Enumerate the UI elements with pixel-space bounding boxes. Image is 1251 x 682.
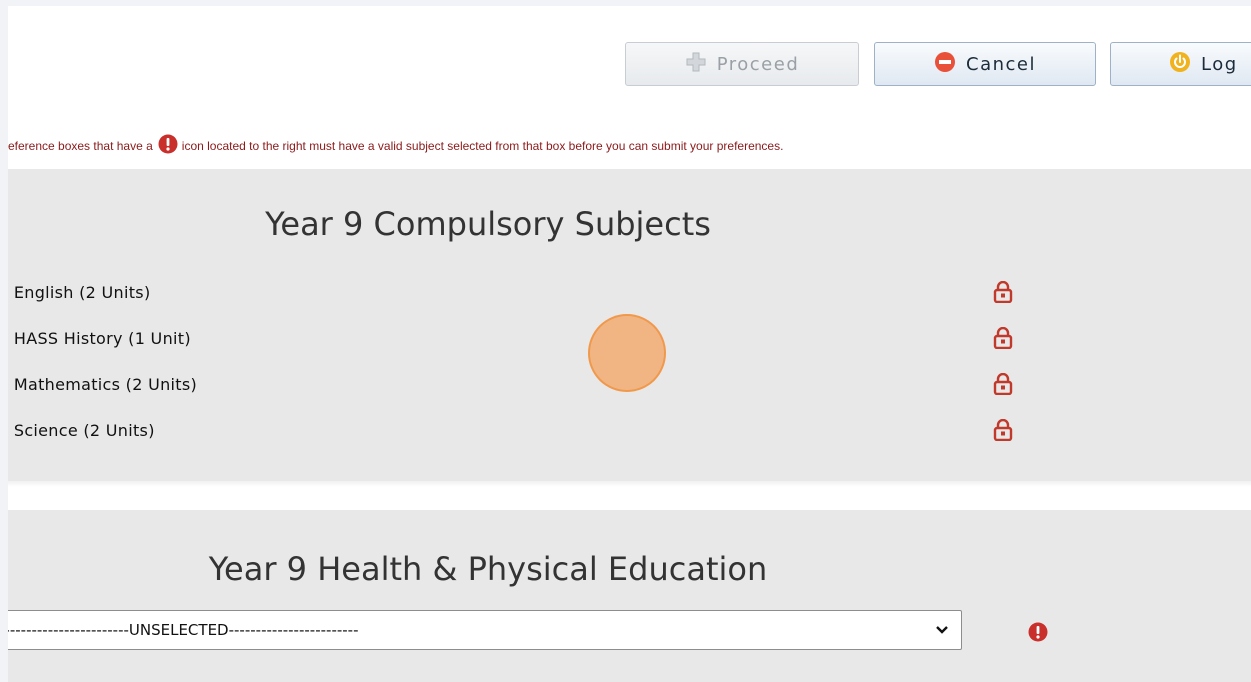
plus-icon — [685, 51, 707, 78]
preference-notice: eference boxes that have a icon located … — [8, 134, 783, 157]
notice-text-after: icon located to the right must have a va… — [181, 138, 784, 153]
click-highlight — [588, 314, 666, 392]
chevron-down-icon — [935, 621, 951, 639]
minus-circle-icon — [934, 51, 956, 78]
subject-item: 9 Mathematics (2 Units) — [8, 375, 198, 394]
notice-text-before: eference boxes that have a — [8, 138, 153, 153]
lock-icon — [993, 372, 1013, 399]
page: Proceed Cancel Log eference boxes that h… — [8, 6, 1251, 682]
lock-icon — [993, 418, 1013, 445]
subject-item: 9 Science (2 Units) — [8, 421, 155, 440]
subject-select[interactable]: ------------------------UNSELECTED------… — [8, 610, 962, 650]
health-pe-section: Year 9 Health & Physical Education -----… — [8, 510, 1251, 682]
logout-button[interactable]: Log — [1110, 42, 1251, 86]
cancel-button[interactable]: Cancel — [874, 42, 1096, 86]
cancel-label: Cancel — [966, 53, 1036, 75]
subject-item: 9 HASS History (1 Unit) — [8, 329, 191, 348]
lock-icon — [993, 326, 1013, 353]
alert-icon — [158, 134, 178, 157]
lock-icon — [993, 280, 1013, 307]
section-title: Year 9 Compulsory Subjects — [265, 205, 711, 243]
subject-item: 9 English (2 Units) — [8, 283, 151, 302]
select-value: ------------------------UNSELECTED------… — [8, 621, 359, 639]
proceed-label: Proceed — [716, 53, 800, 75]
power-icon — [1169, 51, 1191, 78]
alert-icon — [1028, 622, 1048, 646]
logout-label: Log — [1201, 53, 1238, 75]
proceed-button[interactable]: Proceed — [625, 42, 859, 86]
section-title: Year 9 Health & Physical Education — [208, 550, 768, 588]
